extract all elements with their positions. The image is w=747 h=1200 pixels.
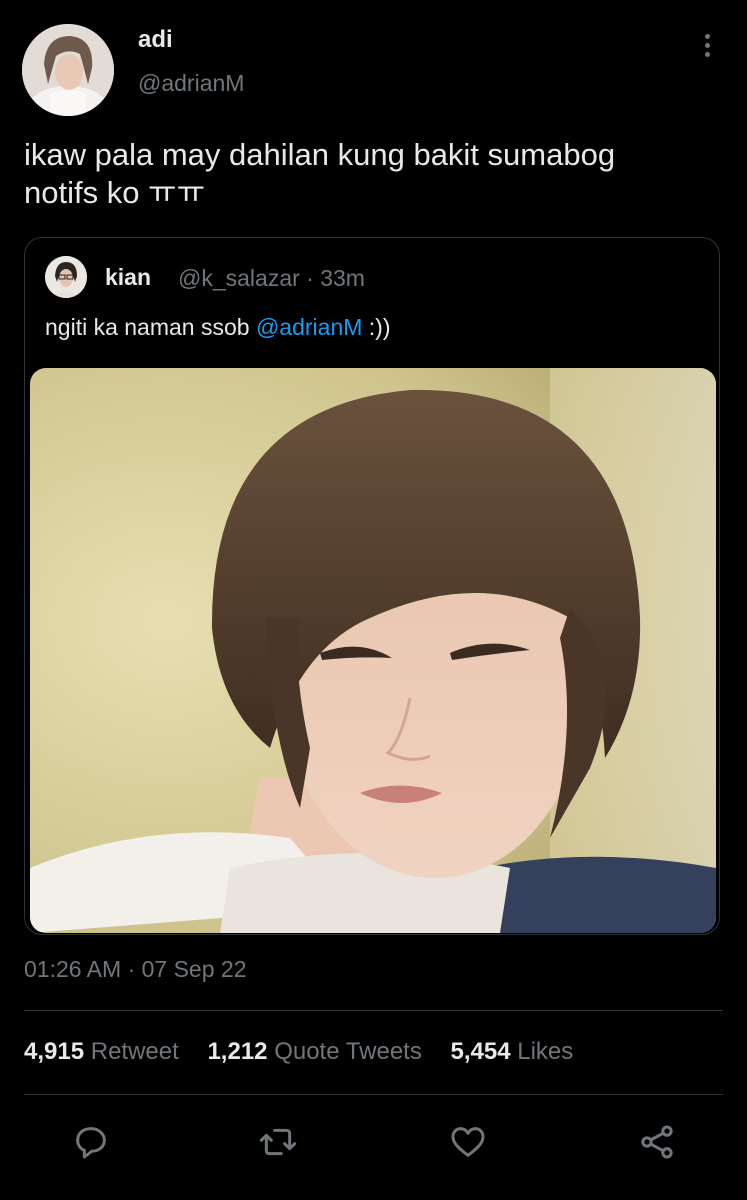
share-icon[interactable] xyxy=(637,1122,677,1162)
action-bar xyxy=(0,1110,747,1170)
quoted-tweet-text: ngiti ka naman ssob @adrianM :)) xyxy=(45,314,391,341)
likes-count[interactable]: 5,454 xyxy=(451,1038,511,1065)
quotes-label[interactable]: Quote Tweets xyxy=(274,1038,422,1065)
author-handle[interactable]: @adrianM xyxy=(138,70,244,97)
retweet-icon[interactable] xyxy=(258,1122,298,1162)
quoted-display-name[interactable]: kian xyxy=(105,264,151,291)
divider xyxy=(24,1094,723,1095)
quotes-count[interactable]: 1,212 xyxy=(207,1038,267,1065)
engagement-stats: 4,915 Retweet 1,212 Quote Tweets 5,454 L… xyxy=(24,1038,595,1066)
quoted-tweet-photo[interactable] xyxy=(30,368,716,933)
author-display-name[interactable]: adi xyxy=(138,26,173,54)
retweets-count[interactable]: 4,915 xyxy=(24,1038,84,1065)
tweet-header: adi @adrianM xyxy=(0,0,747,120)
tweet-text-line: notifs ko ㅠㅠ xyxy=(24,175,206,210)
retweets-label[interactable]: Retweet xyxy=(91,1038,179,1065)
reply-icon[interactable] xyxy=(71,1122,111,1162)
likes-label[interactable]: Likes xyxy=(517,1038,573,1065)
quoted-text-prefix: ngiti ka naman ssob xyxy=(45,314,256,340)
like-icon[interactable] xyxy=(448,1122,488,1162)
author-avatar[interactable] xyxy=(22,24,114,116)
quoted-tweet[interactable]: kian @k_salazar · 33m ngiti ka naman sso… xyxy=(24,237,720,935)
tweet-text-line: ikaw pala may dahilan kung bakit sumabog xyxy=(24,137,616,172)
mention-link[interactable]: @adrianM xyxy=(256,314,362,340)
quoted-handle-time: @k_salazar · 33m xyxy=(178,265,365,291)
quoted-author-avatar[interactable] xyxy=(45,256,87,298)
tweet-text: ikaw pala may dahilan kung bakit sumabog… xyxy=(24,136,724,212)
quoted-text-suffix: :)) xyxy=(362,314,391,340)
divider xyxy=(24,1010,723,1011)
more-options-icon[interactable] xyxy=(697,34,717,62)
tweet-timestamp[interactable]: 01:26 AM · 07 Sep 22 xyxy=(24,956,247,983)
